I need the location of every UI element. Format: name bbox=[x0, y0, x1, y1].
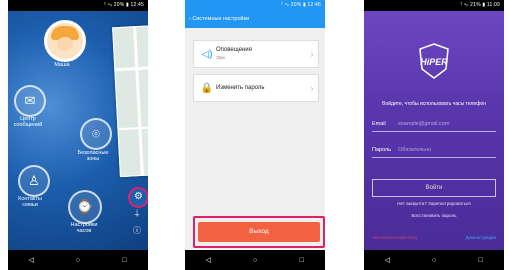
restore-password-link[interactable]: Восстановить пароль bbox=[364, 213, 504, 218]
back-button[interactable]: ◁ bbox=[193, 256, 223, 264]
contacts-button[interactable]: ♙ bbox=[18, 165, 50, 197]
notifications-label: Оповещения bbox=[216, 47, 252, 53]
register-link[interactable]: Нет аккаунта? Зарегистрироваться bbox=[364, 201, 504, 206]
demo-link[interactable]: Демонстрация bbox=[466, 235, 496, 240]
child-name: Маша bbox=[54, 62, 70, 68]
login-button[interactable]: Войти bbox=[372, 179, 496, 197]
contacts-label: Контакты семьи bbox=[18, 196, 42, 208]
home-button[interactable]: ○ bbox=[419, 257, 449, 264]
chevron-right-icon: › bbox=[310, 83, 314, 93]
back-button[interactable]: ◁ bbox=[372, 256, 402, 264]
person-icon: ♙ bbox=[28, 173, 40, 188]
back-button[interactable]: ◁ bbox=[16, 256, 46, 264]
auto-login-toggle[interactable]: Автоматический вход bbox=[372, 235, 417, 240]
messages-label: Центр сообщений bbox=[13, 116, 43, 128]
login-subtitle: Войдите, чтобы использовать часы телефон bbox=[382, 101, 486, 107]
phone-system-settings: ᵀ ⁹ᵢₗ 20% ▮ 12:46 ‹ Системные настройки … bbox=[185, 0, 325, 270]
home-button[interactable]: ○ bbox=[63, 257, 93, 264]
info-icon[interactable]: ⓘ bbox=[131, 227, 143, 235]
password-label: Пароль bbox=[372, 147, 392, 153]
change-password-row[interactable]: 🔒 Изменить пароль › bbox=[193, 74, 319, 102]
speaker-icon: ◁) bbox=[201, 48, 213, 60]
login-background: HiPER Войдите, чтобы использовать часы т… bbox=[364, 11, 504, 250]
bell-icon[interactable]: ⍊ bbox=[132, 209, 142, 217]
gear-icon[interactable]: ⚙ bbox=[128, 187, 148, 208]
safezones-label: Безопасные зоны bbox=[77, 150, 109, 162]
android-navbar: ◁ ○ □ bbox=[185, 250, 325, 270]
status-bar: ᵀ ⁹ᵢₗ 20% ▮ 12:45 bbox=[103, 2, 144, 8]
child-avatar[interactable] bbox=[44, 20, 86, 62]
exit-button[interactable]: Выход bbox=[198, 222, 320, 242]
status-bar: ᵀ ⁹ᵢₗ 21% ▮ 11:09 bbox=[460, 2, 500, 8]
password-field[interactable]: Пароль Обязательно bbox=[372, 143, 496, 158]
location-icon: ⌾ bbox=[92, 126, 100, 141]
watch-settings-button[interactable]: ⌚ bbox=[68, 190, 102, 224]
watch-settings-label: Настройки часов bbox=[70, 222, 98, 234]
home-button[interactable]: ○ bbox=[240, 257, 270, 264]
logo-text: HiPER bbox=[420, 57, 448, 67]
notifications-sub: Звук bbox=[216, 55, 226, 60]
android-navbar: ◁ ○ □ bbox=[8, 250, 148, 270]
chevron-right-icon: › bbox=[310, 49, 314, 59]
recent-button[interactable]: □ bbox=[110, 257, 140, 264]
email-input[interactable]: example@gmail.com bbox=[398, 117, 496, 131]
settings-header[interactable]: ‹ Системные настройки bbox=[185, 11, 325, 28]
status-bar: ᵀ ⁹ᵢₗ 20% ▮ 12:46 bbox=[185, 0, 325, 11]
recent-button[interactable]: □ bbox=[466, 257, 496, 264]
recent-button[interactable]: □ bbox=[287, 257, 317, 264]
email-label: Email bbox=[372, 121, 386, 127]
phone-home-screen: ᵀ ⁹ᵢₗ 20% ▮ 12:45 Маша ✉ Центр сообщений… bbox=[8, 0, 148, 270]
notifications-row[interactable]: ◁) Оповещения Звук › bbox=[193, 40, 319, 68]
android-navbar: ◁ ○ □ bbox=[364, 250, 504, 270]
messages-button[interactable]: ✉ bbox=[14, 85, 46, 117]
envelope-icon: ✉ bbox=[24, 93, 36, 108]
watch-icon: ⌚ bbox=[76, 199, 94, 214]
email-field[interactable]: Email example@gmail.com bbox=[372, 117, 496, 132]
lock-icon: 🔒 bbox=[200, 82, 214, 94]
exit-highlight: Выход bbox=[193, 216, 325, 248]
phone-login-screen: HiPER Войдите, чтобы использовать часы т… bbox=[364, 0, 504, 270]
change-password-label: Изменить пароль bbox=[216, 84, 265, 91]
password-input[interactable]: Обязательно bbox=[398, 143, 496, 157]
safezones-button[interactable]: ⌾ bbox=[80, 118, 112, 150]
